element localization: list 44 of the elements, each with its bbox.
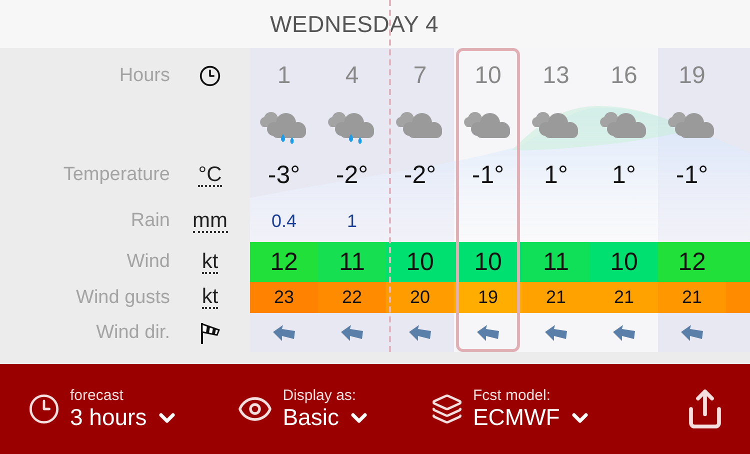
row-label: Rain xyxy=(130,210,170,231)
temperature-value: 1° xyxy=(544,160,568,190)
temperature-value: -1° xyxy=(676,160,708,190)
day-title: WEDNESDAY 4 xyxy=(270,10,439,38)
temperature-value: -2° xyxy=(336,160,368,190)
wind-cell: 11 xyxy=(522,242,590,282)
hour-label: 16 xyxy=(610,62,638,90)
unit-label: kt xyxy=(202,286,218,309)
temperature-value: 1° xyxy=(612,160,636,190)
hour-label: 7 xyxy=(413,62,427,90)
row-label: Wind gusts xyxy=(76,286,170,308)
wind-cell: 10 xyxy=(590,242,658,282)
wind-cell: 12 xyxy=(250,242,318,282)
unit-label: kt xyxy=(202,250,218,274)
unit-label: °C xyxy=(198,164,222,186)
hour-label: 10 xyxy=(474,62,502,90)
wind-gusts-cell: 21 xyxy=(590,282,658,313)
temperature-value: -2° xyxy=(404,160,436,190)
wind-gusts-cell: 23 xyxy=(250,282,318,313)
wind-cell: 10 xyxy=(454,242,522,282)
eye-dropdown[interactable]: Display as: Basic xyxy=(236,387,371,431)
wind-cell: 10 xyxy=(386,242,454,282)
rain-value: 0.4 xyxy=(271,210,297,232)
wind-gusts-cell: 20 xyxy=(386,282,454,313)
rain-value: 1 xyxy=(346,210,357,232)
hour-label: 1 xyxy=(277,62,291,90)
wind-cell: 11 xyxy=(318,242,386,282)
row-label: Wind xyxy=(126,251,170,272)
clock-dropdown[interactable]: forecast 3 hours xyxy=(28,387,179,431)
unit-label: mm xyxy=(192,210,228,232)
temperature-value: -1° xyxy=(472,160,504,190)
row-label: Wind dir. xyxy=(96,322,170,342)
wind-gusts-cell: 22 xyxy=(318,282,386,313)
temperature-value: -3° xyxy=(268,160,300,190)
layers-dropdown[interactable]: Fcst model: ECMWF xyxy=(430,387,592,431)
row-label: Temperature xyxy=(63,164,170,185)
row-label: Hours xyxy=(119,65,170,86)
wind-gusts-cell: 21 xyxy=(658,282,726,313)
wind-gusts-cell: 19 xyxy=(454,282,522,313)
wind-cell: 12 xyxy=(658,242,726,282)
wind-gusts-cell: 21 xyxy=(522,282,590,313)
hour-label: 19 xyxy=(678,62,706,90)
hour-label: 13 xyxy=(542,62,570,90)
hour-label: 4 xyxy=(345,62,359,90)
